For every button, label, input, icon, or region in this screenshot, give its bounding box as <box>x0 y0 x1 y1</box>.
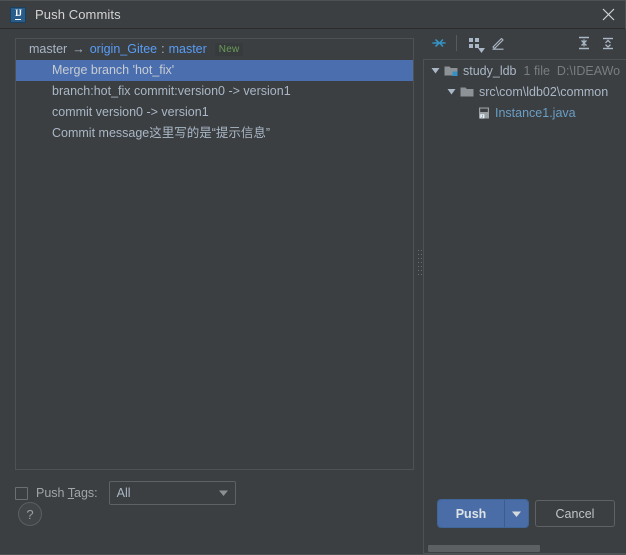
toolbar-separator <box>456 35 457 51</box>
close-icon[interactable] <box>591 1 625 28</box>
commit-row[interactable]: Commit message这里写的是“提示信息” <box>16 123 413 144</box>
expand-toggle-icon[interactable] <box>444 87 459 96</box>
dialog-titlebar: IJ Push Commits <box>0 1 625 29</box>
collapse-all-icon[interactable] <box>596 32 620 54</box>
edit-source-icon[interactable] <box>486 32 510 54</box>
java-file-icon: J <box>475 106 492 120</box>
push-dropdown-button[interactable] <box>504 500 528 527</box>
java-file-label[interactable]: Instance1.java <box>495 106 576 120</box>
remote-name-label[interactable]: origin_Gitee <box>90 39 157 60</box>
folder-icon <box>459 85 476 99</box>
splitter-grip-icon <box>418 250 422 276</box>
separator-label: : <box>161 42 165 56</box>
tree-row[interactable]: src\com\ldb02\common <box>424 81 626 102</box>
file-count-label: 1 file <box>523 63 550 78</box>
push-commits-dialog: IJ Push Commits master → origin_Gitee : … <box>0 0 626 555</box>
folder-path-label: src\com\ldb02\common <box>479 84 609 99</box>
changed-files-panel: study_ldb 1 file D:\IDEAWo src\com\ldb02… <box>423 29 626 554</box>
expand-toggle-icon[interactable] <box>428 66 443 75</box>
changed-files-tree[interactable]: study_ldb 1 file D:\IDEAWo src\com\ldb02… <box>423 59 626 543</box>
intellij-logo-icon: IJ <box>10 6 26 23</box>
show-diff-icon[interactable] <box>427 32 451 54</box>
commit-group-header[interactable]: master → origin_Gitee : master New <box>16 39 413 60</box>
push-split-button: Push <box>438 500 528 527</box>
svg-text:J: J <box>481 113 483 118</box>
tree-row[interactable]: J Instance1.java <box>424 102 626 123</box>
help-button[interactable]: ? <box>18 502 42 526</box>
push-button[interactable]: Push <box>438 500 504 527</box>
commit-row[interactable]: Merge branch 'hot_fix' <box>16 60 413 81</box>
arrow-icon: → <box>72 42 85 56</box>
group-by-icon[interactable] <box>462 32 486 54</box>
expand-all-icon[interactable] <box>572 32 596 54</box>
module-folder-icon <box>443 64 460 78</box>
commit-row[interactable]: branch:hot_fix commit:version0 -> versio… <box>16 81 413 102</box>
tree-row[interactable]: study_ldb 1 file D:\IDEAWo <box>424 60 626 81</box>
cancel-button[interactable]: Cancel <box>535 500 615 527</box>
chevron-down-icon <box>512 511 521 517</box>
commit-row[interactable]: commit version0 -> version1 <box>16 102 413 123</box>
files-toolbar <box>423 29 626 57</box>
logo-text: IJ <box>14 8 22 20</box>
module-path-label: D:\IDEAWo <box>556 63 621 78</box>
dialog-content: master → origin_Gitee : master New Merge… <box>0 29 626 554</box>
local-branch-label: master <box>29 42 68 56</box>
dialog-title: Push Commits <box>35 7 121 22</box>
remote-branch-label[interactable]: master <box>169 39 207 60</box>
module-name-label: study_ldb <box>463 63 517 78</box>
commit-list-panel[interactable]: master → origin_Gitee : master New Merge… <box>15 38 414 470</box>
dialog-footer: ? Push Cancel <box>0 494 625 554</box>
new-branch-badge: New <box>214 43 244 56</box>
help-label: ? <box>26 506 34 522</box>
